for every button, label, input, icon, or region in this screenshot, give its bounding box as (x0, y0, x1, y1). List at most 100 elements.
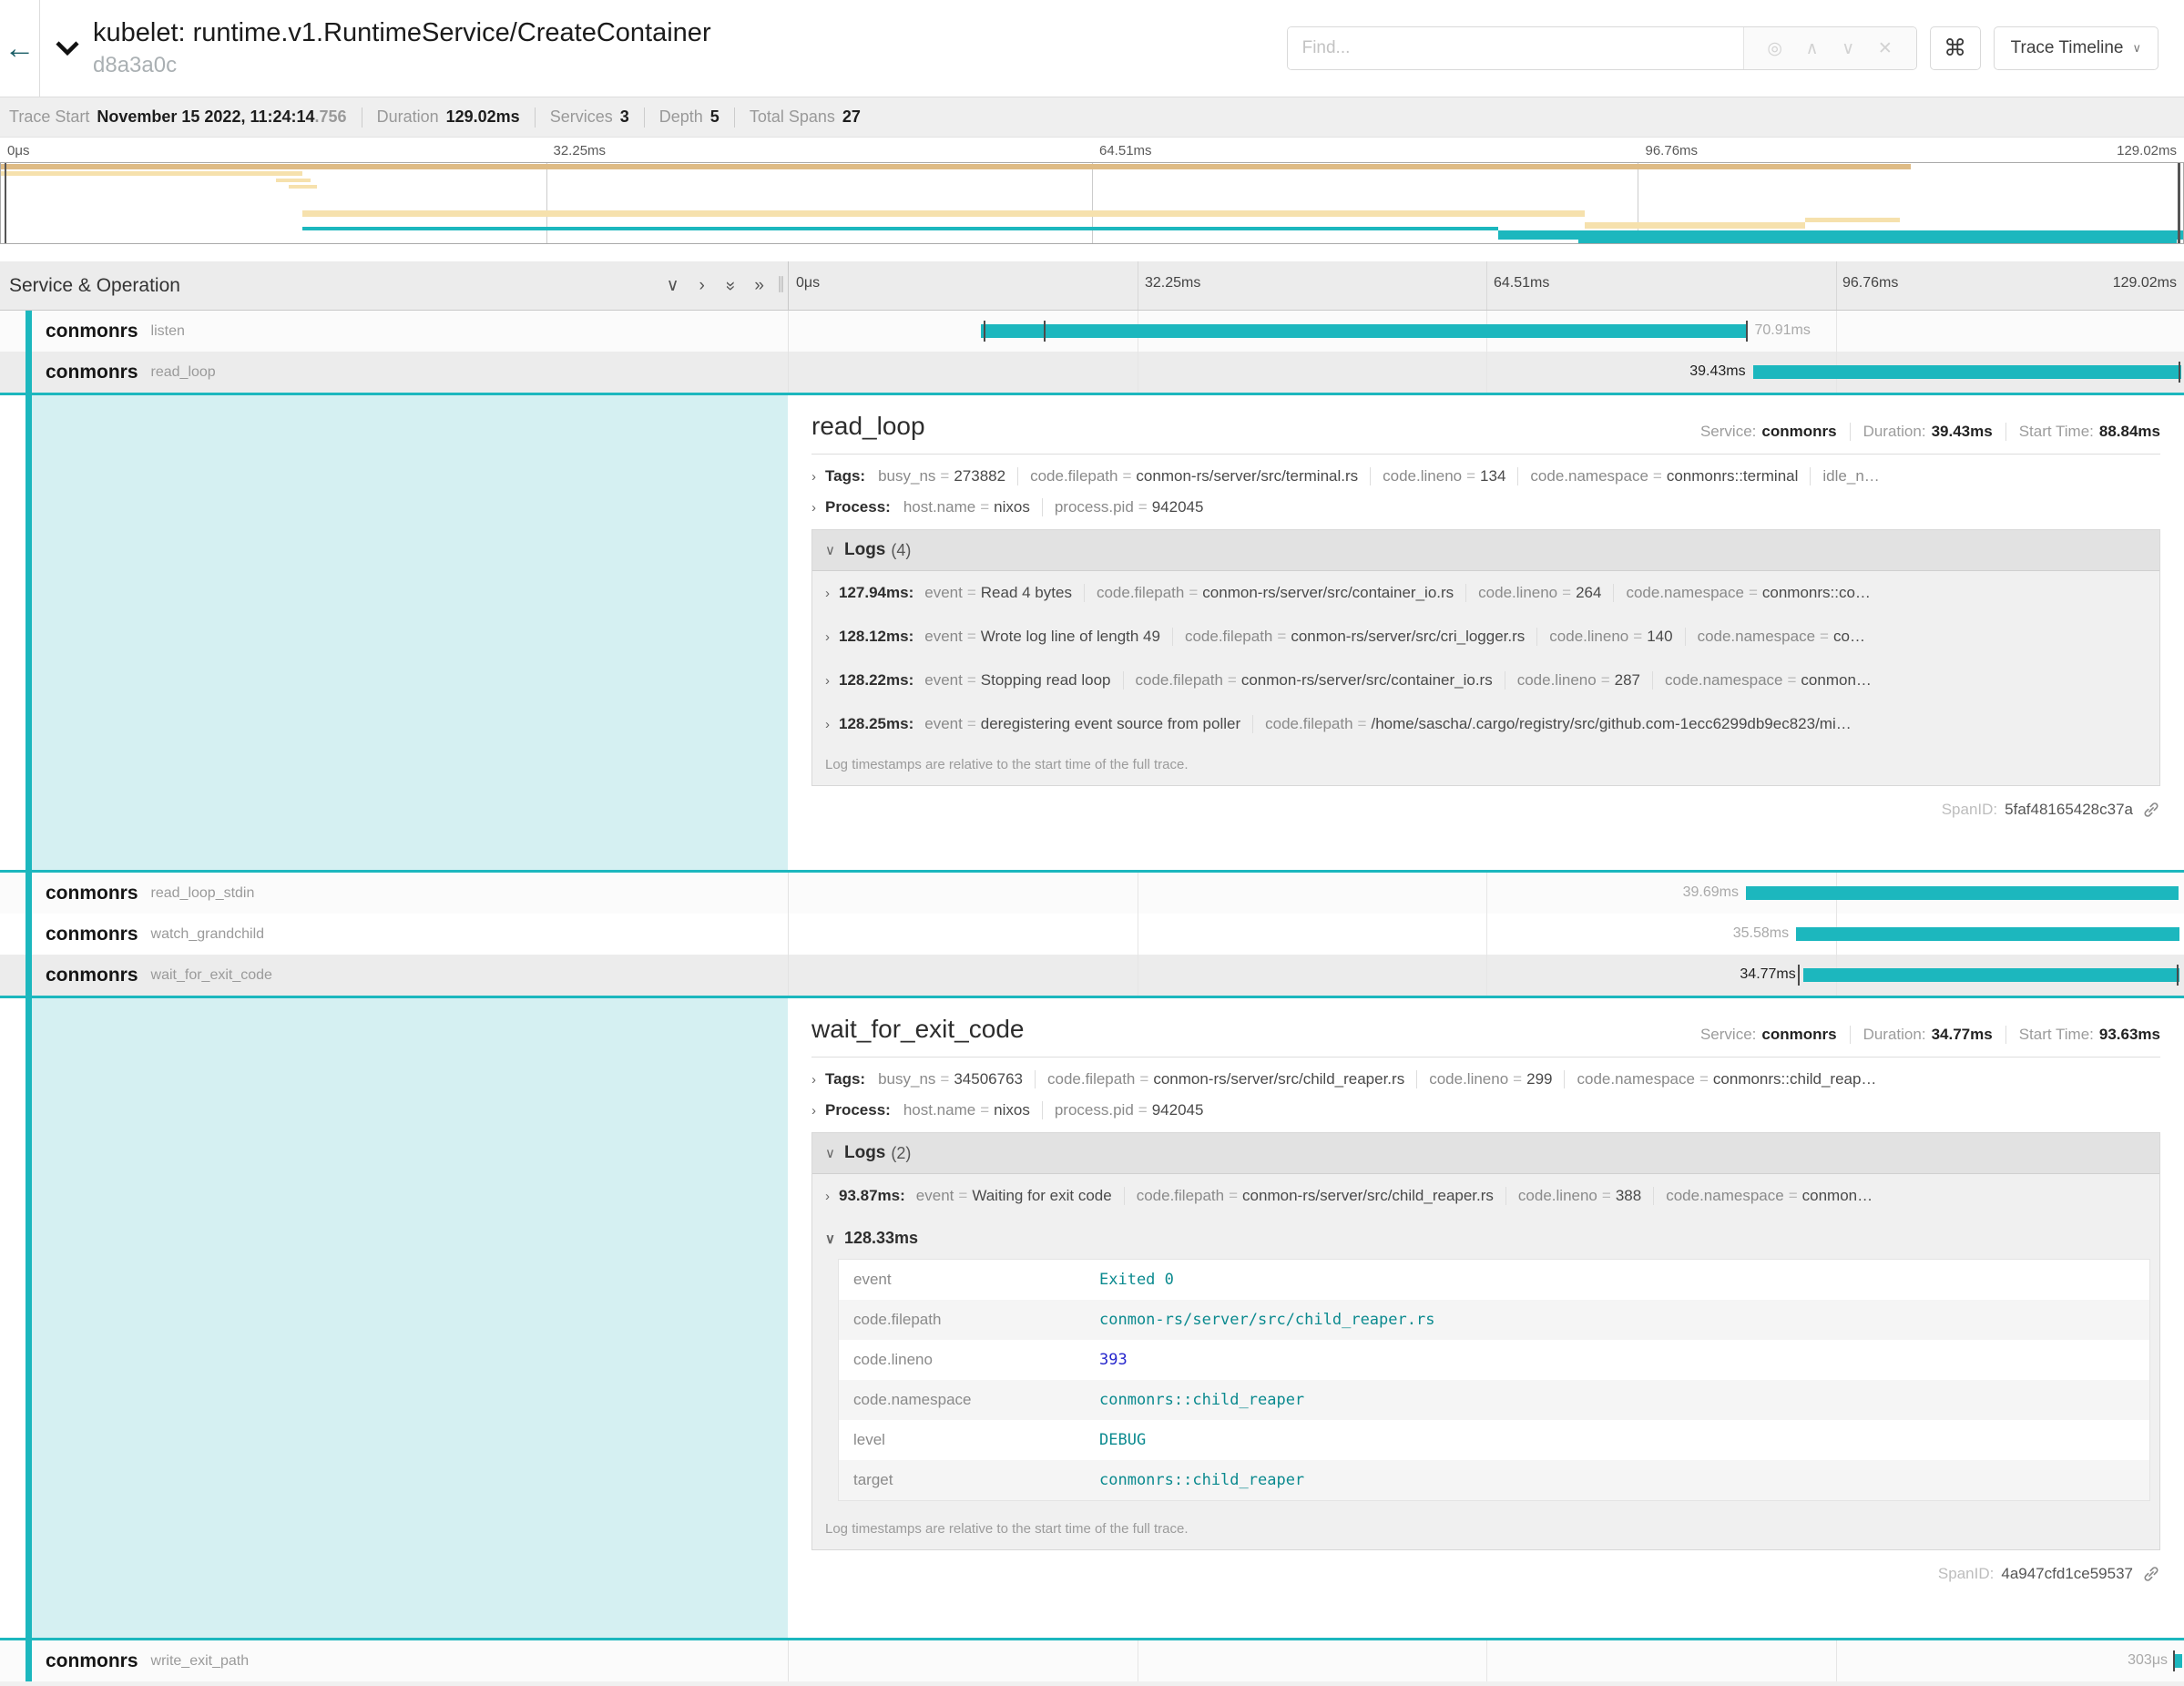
next-result-icon[interactable]: ∨ (1842, 38, 1854, 59)
log-field: code.lineno=388 (1518, 1187, 1641, 1205)
span-detail-title: read_loop (811, 412, 925, 441)
logs-label: Logs (844, 1143, 885, 1163)
span-row[interactable]: conmonrswrite_exit_path303μs (0, 1640, 2184, 1681)
info-label: Service: (1700, 1026, 1756, 1044)
field-key: code.lineno (1478, 584, 1557, 601)
equals-sign: = (935, 1070, 954, 1088)
logs-toggle[interactable]: ∨Logs(2) (812, 1133, 2159, 1174)
collapse-one-button[interactable]: ∨ (667, 275, 679, 296)
process-row[interactable]: ›Process:host.name=nixosprocess.pid=9420… (811, 1101, 2160, 1119)
span-row[interactable]: conmonrswait_for_exit_code 34.77ms (0, 955, 2184, 996)
field-value: 942045 (1152, 1101, 1204, 1119)
table-value: conmonrs::child_reaper (1099, 1391, 1304, 1409)
log-timestamp: 128.25ms: (839, 715, 913, 733)
meta-value: 5 (710, 107, 719, 126)
equals-sign: = (1508, 1070, 1526, 1088)
minimap-cursor[interactable] (5, 163, 7, 243)
field-key: code.lineno (1549, 628, 1628, 645)
span-row-name-cell: conmonrswait_for_exit_code (0, 955, 788, 996)
log-entry-toggle[interactable]: ›128.25ms:event=deregistering event sour… (812, 702, 2159, 746)
span-bar[interactable] (2175, 1654, 2182, 1668)
log-entry-toggle[interactable]: ›128.22ms:event=Stopping read loopcode.f… (812, 659, 2159, 702)
span-link-icon[interactable] (2142, 1565, 2160, 1583)
log-entry-toggle[interactable]: ›127.94ms:event=Read 4 bytescode.filepat… (812, 571, 2159, 615)
field-divider (1810, 467, 1811, 485)
field-divider (1042, 498, 1043, 516)
back-button[interactable]: ← (0, 0, 40, 97)
span-bar[interactable] (1753, 365, 2181, 379)
field-key: busy_ns (878, 467, 935, 485)
expand-all-button[interactable]: » (754, 276, 764, 296)
log-entry-toggle[interactable]: ›93.87ms:event=Waiting for exit codecode… (812, 1174, 2159, 1218)
log-entry-toggle[interactable]: ∨128.33ms (812, 1218, 2159, 1252)
log-field: idle_n… (1822, 467, 1879, 485)
field-key: code.filepath (1185, 628, 1272, 645)
equals-sign: = (1557, 584, 1576, 601)
keyboard-shortcuts-button[interactable]: ⌘ (1930, 26, 1981, 70)
span-row[interactable]: conmonrsread_loop39.43ms (0, 352, 2184, 393)
span-service-name: conmonrs (46, 924, 138, 945)
field-key: host.name (903, 498, 975, 516)
field-key: code.lineno (1517, 671, 1597, 689)
field-value: conmonrs::co… (1762, 584, 1871, 601)
field-key: code.namespace (1665, 671, 1782, 689)
info-value: conmonrs (1761, 1026, 1836, 1044)
chevron-right-icon: › (811, 1072, 816, 1088)
table-key: code.namespace (853, 1391, 1099, 1409)
log-entry-toggle[interactable]: ›128.12ms:event=Wrote log line of length… (812, 615, 2159, 659)
span-duration-label: 39.43ms (1689, 363, 1745, 380)
field-value: 264 (1576, 584, 1601, 601)
clear-search-icon[interactable]: ✕ (1878, 38, 1893, 59)
span-bar[interactable] (1746, 886, 2179, 900)
log-field: code.lineno=299 (1429, 1070, 1552, 1088)
process-row[interactable]: ›Process:host.name=nixosprocess.pid=9420… (811, 498, 2160, 516)
timeline-minimap[interactable] (0, 162, 2184, 244)
prev-result-icon[interactable]: ∧ (1806, 38, 1819, 59)
tags-row[interactable]: ›Tags:busy_ns=34506763code.filepath=conm… (811, 1070, 2160, 1088)
collapse-all-button[interactable]: » (719, 281, 740, 291)
field-value: Wrote log line of length 49 (981, 628, 1160, 645)
field-key: code.namespace (1530, 467, 1648, 485)
span-operation-name: write_exit_path (151, 1653, 250, 1670)
field-divider (1505, 1187, 1506, 1205)
equals-sign: = (1744, 584, 1762, 601)
span-row[interactable]: conmonrswatch_grandchild35.58ms (0, 914, 2184, 955)
table-row: levelDEBUG (839, 1420, 2149, 1460)
expand-one-button[interactable]: › (699, 276, 705, 296)
field-key: idle_n… (1822, 467, 1879, 485)
span-link-icon[interactable] (2142, 801, 2160, 819)
minimap-cursor[interactable] (2178, 163, 2180, 243)
field-value: conmon-rs/server/src/child_reaper.rs (1242, 1187, 1494, 1204)
span-service-name: conmonrs (46, 883, 138, 904)
tags-row[interactable]: ›Tags:busy_ns=273882code.filepath=conmon… (811, 467, 2160, 485)
locate-icon[interactable]: ◎ (1767, 38, 1782, 59)
view-selector-button[interactable]: Trace Timeline ∨ (1994, 26, 2158, 70)
span-duration-label: 34.77ms (1740, 966, 1795, 983)
timeline-tick-label: 129.02ms (2113, 275, 2177, 291)
find-input[interactable] (1288, 27, 1743, 69)
timeline-tick-label: 32.25ms (554, 143, 607, 158)
field-value: deregistering event source from poller (981, 715, 1240, 732)
log-timestamp: 128.22ms: (839, 671, 913, 690)
span-bar[interactable] (981, 324, 1747, 338)
command-icon: ⌘ (1944, 35, 1966, 62)
span-bar[interactable] (1803, 968, 2180, 982)
span-duration-label: 70.91ms (1754, 322, 1810, 339)
field-value: 388 (1616, 1187, 1641, 1204)
span-row[interactable]: conmonrslisten70.91ms (0, 311, 2184, 352)
logs-toggle[interactable]: ∨Logs(4) (812, 530, 2159, 571)
log-field: process.pid=942045 (1055, 1101, 1204, 1119)
collapse-trace-toggle[interactable] (55, 40, 80, 56)
field-key: process.pid (1055, 498, 1134, 516)
table-row: code.lineno393 (839, 1340, 2149, 1380)
equals-sign: = (1118, 467, 1136, 485)
equals-sign: = (1628, 628, 1647, 645)
span-bar[interactable] (1796, 927, 2179, 941)
equals-sign: = (1134, 1101, 1152, 1119)
field-key: event (924, 584, 963, 601)
log-timestamp: 128.33ms (844, 1229, 918, 1248)
span-row[interactable]: conmonrsread_loop_stdin39.69ms (0, 873, 2184, 914)
field-key: event (916, 1187, 954, 1204)
column-resizer[interactable]: ∥ (777, 274, 786, 293)
log-timestamp: 127.94ms: (839, 584, 913, 602)
